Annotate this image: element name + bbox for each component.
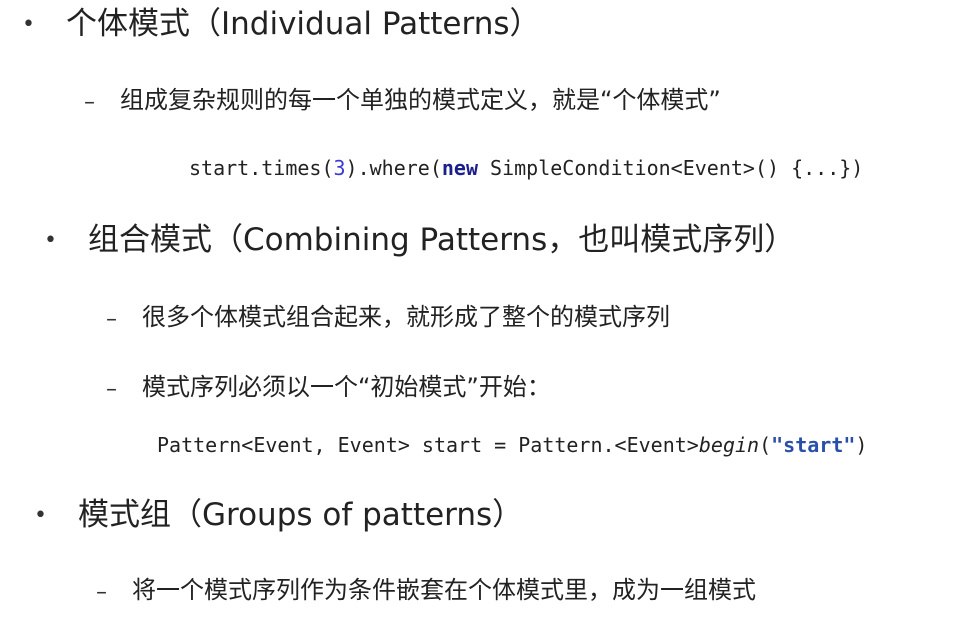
code-text: ).where( <box>345 156 442 180</box>
dash-icon: – <box>106 377 117 402</box>
code-text: SimpleCondition<Event>() {...}) <box>478 156 864 180</box>
code-text: ( <box>759 433 772 457</box>
code-text: Pattern<Event, Event> start = Pattern.<E… <box>157 433 699 457</box>
item-combining-sequence: 很多个体模式组合起来，就形成了整个的模式序列 <box>142 303 670 331</box>
dash-icon: – <box>84 90 95 115</box>
code-number: 3 <box>333 156 346 180</box>
code-line-pattern-begin: Pattern<Event, Event> start = Pattern.<E… <box>157 435 867 455</box>
section-title-individual-patterns: 个体模式（Individual Patterns） <box>66 6 541 42</box>
bullet-icon: • <box>22 12 35 37</box>
code-text: start.times( <box>189 156 334 180</box>
code-string: "start" <box>771 433 856 457</box>
code-line-times-where: start.times(3).where(new SimpleCondition… <box>189 158 863 178</box>
item-groups-nesting: 将一个模式序列作为条件嵌套在个体模式里，成为一组模式 <box>132 576 756 604</box>
bullet-icon: • <box>44 228 57 253</box>
code-keyword: new <box>441 156 478 180</box>
dash-icon: – <box>106 307 117 332</box>
item-individual-definition: 组成复杂规则的每一个单独的模式定义，就是“个体模式” <box>120 86 721 114</box>
bullet-icon: • <box>34 503 47 528</box>
section-title-groups-of-patterns: 模式组（Groups of patterns） <box>78 497 524 533</box>
code-method: begin <box>698 433 760 457</box>
dash-icon: – <box>96 580 107 605</box>
code-text: ) <box>855 433 868 457</box>
section-title-combining-patterns: 组合模式（Combining Patterns，也叫模式序列） <box>88 222 796 258</box>
item-initial-pattern: 模式序列必须以一个“初始模式”开始： <box>142 373 551 401</box>
